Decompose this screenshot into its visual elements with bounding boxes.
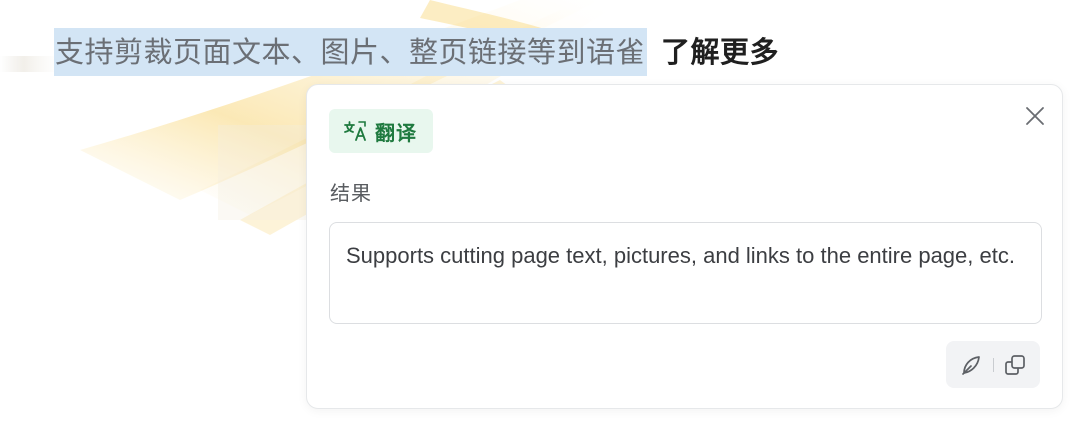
feather-pen-icon xyxy=(962,355,980,375)
translate-tag: 翻译 xyxy=(329,109,433,153)
translate-panel: 翻译 结果 Supports cutting page text, pictur… xyxy=(306,84,1063,409)
result-label: 结果 xyxy=(330,181,372,205)
translate-icon xyxy=(343,118,369,144)
copy-icon xyxy=(1005,354,1025,375)
close-icon xyxy=(1026,107,1044,125)
page: 支持剪裁页面文本、图片、整页链接等到语雀 了解更多 翻译 结果 Supports… xyxy=(0,0,1080,425)
toolbar-divider xyxy=(992,357,994,372)
result-toolbar xyxy=(946,341,1040,388)
copy-button[interactable] xyxy=(1000,350,1030,380)
result-text[interactable]: Supports cutting page text, pictures, an… xyxy=(329,222,1042,324)
close-button[interactable] xyxy=(1022,103,1048,129)
selected-text[interactable]: 支持剪裁页面文本、图片、整页链接等到语雀 xyxy=(54,28,648,76)
headline: 支持剪裁页面文本、图片、整页链接等到语雀 了解更多 xyxy=(54,28,779,76)
edit-button[interactable] xyxy=(956,350,986,380)
translate-tag-label: 翻译 xyxy=(375,120,417,145)
learn-more-link[interactable]: 了解更多 xyxy=(661,28,779,76)
